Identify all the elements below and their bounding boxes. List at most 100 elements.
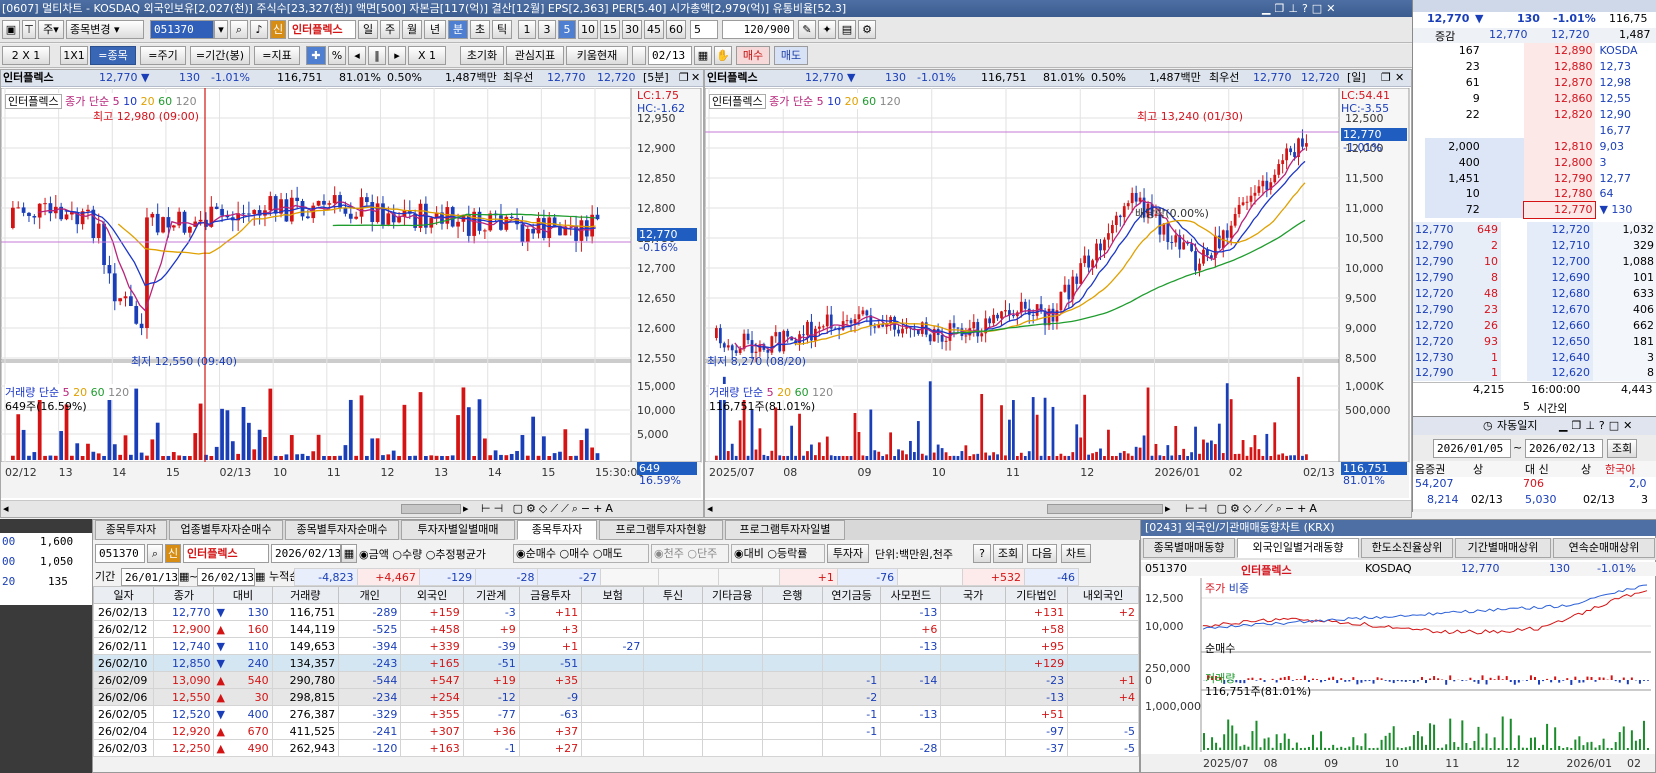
reset-button[interactable]: 초기화 [460, 46, 504, 65]
fp-tab-continuous[interactable]: 연속순매매상위 [1553, 538, 1655, 558]
pin-down-icon[interactable]: ⊤ [22, 20, 36, 39]
chart-left-scrollbar[interactable]: ◂ ▸ ⊢⊣ ▢⚙◇⟋⟋⌕−+A [1, 500, 703, 517]
radio-sell[interactable]: ○매도 [593, 547, 623, 560]
buy-button[interactable]: 매수 [736, 46, 770, 65]
table-row[interactable]: 26/02/03 12,250 ▲ 490 262,943 -120 +163 -1 +27 -2… [92, 739, 1139, 757]
calendar-icon[interactable]: ▦ [694, 46, 712, 65]
stock-type-select[interactable]: 주▾ [38, 20, 64, 39]
tools-icon[interactable]: ✎ [798, 20, 816, 39]
column-header[interactable]: 종가 [153, 586, 215, 604]
column-header[interactable]: 개인 [338, 586, 402, 604]
sync-range-button[interactable]: =기간(봉) [190, 46, 250, 65]
table-row[interactable]: 26/02/04 12,920 ▲ 670 411,525 -241 +307 +36 +37 -… [92, 722, 1139, 740]
next-icon[interactable]: ▸ [388, 46, 406, 65]
ask-price[interactable]: 12,890 [1523, 43, 1596, 59]
column-header[interactable]: 기관계 [462, 586, 520, 604]
table-row[interactable]: 26/02/05 12,520 ▼ 400 276,387 -329 +355 -77 -63 -… [92, 705, 1139, 723]
column-header[interactable]: 투신 [643, 586, 703, 604]
restore-icon[interactable]: ❐ [1274, 2, 1288, 15]
code-dropdown-icon[interactable]: ▾ [214, 20, 228, 39]
magic-icon[interactable]: ✦ [818, 20, 836, 39]
table-row[interactable]: 26/02/12 12,900 ▲ 160 144,119 -525 +458 +9 +3 +6 +… [92, 620, 1139, 638]
column-header[interactable]: 외국인 [400, 586, 464, 604]
column-header[interactable]: 거래량 [271, 586, 340, 604]
period-tick[interactable]: 틱 [492, 20, 512, 39]
interval-30[interactable]: 30 [622, 20, 642, 39]
bid-price[interactable]: 12,720 [1527, 222, 1593, 238]
interval-input[interactable]: 5 [690, 20, 718, 39]
radio-vs[interactable]: ◉대비 [734, 547, 764, 560]
inv-next-button[interactable]: 다음 [1027, 544, 1057, 563]
bid-row[interactable]: 12,790 10 12,700 1,088 [1413, 253, 1656, 270]
column-header[interactable]: 금융투자 [518, 586, 583, 604]
watch-indicator-button[interactable]: 관심지표 [506, 46, 564, 65]
tab-stock-net[interactable]: 종목별투자자순매수 [285, 520, 399, 540]
pause-icon[interactable]: ‖ [368, 46, 386, 65]
interval-10[interactable]: 10 [578, 20, 598, 39]
period-day[interactable]: 일 [358, 20, 378, 39]
inv-code-input[interactable]: 051370 [95, 544, 145, 563]
bid-row[interactable]: 12,790 23 12,670 406 [1413, 301, 1656, 318]
date-checkbox[interactable] [632, 46, 646, 65]
tab-sector-net[interactable]: 업종별투자자순매수 [169, 520, 283, 540]
table-row[interactable]: 26/02/09 13,090 ▲ 540 290,780 -544 +547 +19 +35 -… [92, 671, 1139, 689]
percent-icon[interactable]: % [328, 46, 346, 65]
radio-amount[interactable]: ◉금액 [359, 548, 389, 561]
pin-icon[interactable]: ⊥ [1288, 2, 1302, 15]
inv-search-icon[interactable]: ⌕ [147, 544, 163, 563]
ask-price[interactable] [1523, 122, 1596, 139]
radio-1k[interactable]: ◉천주 [654, 547, 684, 560]
fp-tab-limit[interactable]: 한도소진율상위 [1361, 538, 1453, 558]
bid-price[interactable]: 12,680 [1527, 285, 1593, 302]
tab-investor-daily[interactable]: 투자자별일별매매 [401, 520, 515, 540]
ask-price[interactable]: 12,780 [1523, 186, 1596, 202]
radio-buy[interactable]: ○매수 [559, 547, 589, 560]
inv-calendar-icon[interactable]: ▦ [341, 544, 357, 563]
ask-row[interactable]: 400 12,800 3 [1413, 154, 1656, 171]
interval-15[interactable]: 15 [600, 20, 620, 39]
table-row[interactable]: 26/02/06 12,550 ▲ 30 298,815 -234 +254 -12 -9 -2 -… [92, 688, 1139, 706]
column-header[interactable]: 일자 [92, 586, 155, 604]
bid-row[interactable]: 12,730 1 12,640 3 [1413, 349, 1656, 366]
scroll-thumb[interactable] [401, 504, 461, 514]
sell-button[interactable]: 매도 [774, 46, 808, 65]
column-header[interactable]: 보험 [581, 586, 645, 604]
chart-right-restore-icon[interactable]: ❐ [1381, 70, 1391, 86]
ask-row[interactable]: 72 12,770 ▼ 130 [1413, 200, 1656, 219]
sync-indicator-button[interactable]: =지표 [254, 46, 300, 65]
prev-icon[interactable]: ◂ [348, 46, 366, 65]
ask-row[interactable]: 16,77 [1413, 122, 1656, 139]
bid-price[interactable]: 12,640 [1527, 349, 1593, 366]
inv-query-button[interactable]: 조회 [993, 544, 1023, 563]
table-row[interactable]: 26/02/11 12,740 ▼ 110 149,653 -394 +339 -39 +1 -2… [92, 637, 1139, 655]
sync-stock-button[interactable]: =종목 [90, 46, 136, 65]
period-year[interactable]: 년 [424, 20, 446, 39]
interval-1[interactable]: 1 [518, 20, 536, 39]
count-input[interactable]: 120/900 [722, 20, 794, 39]
column-header[interactable]: 내외국인 [1067, 586, 1139, 604]
ask-row[interactable]: 9 12,860 12,55 [1413, 90, 1656, 107]
bid-row[interactable]: 12,720 93 12,650 181 [1413, 333, 1656, 350]
ask-price[interactable]: 12,870 [1523, 74, 1596, 91]
bid-row[interactable]: 12,790 8 12,690 101 [1413, 269, 1656, 286]
table-row[interactable]: 26/02/13 12,770 ▼ 130 116,751 -289 +159 -3 +11 -1… [92, 603, 1139, 621]
inv-help-button[interactable]: ? [973, 544, 991, 563]
interval-45[interactable]: 45 [644, 20, 664, 39]
stock-change-select[interactable]: 종목변경 ▾ [66, 20, 144, 39]
ask-price[interactable]: 12,880 [1523, 58, 1596, 75]
date-input[interactable]: 02/13 [648, 46, 692, 65]
gear-icon[interactable]: ⚙ [858, 20, 876, 39]
ask-row[interactable]: 61 12,870 12,98 [1413, 74, 1656, 91]
investor-button[interactable]: 투자자 [827, 544, 869, 563]
chart-left-canvas[interactable]: 12,95012,90012,85012,80012,75012,70012,6… [1, 88, 703, 498]
crosshair-icon[interactable]: ✚ [306, 46, 326, 65]
aj-window-icons[interactable]: ▁❐⊥?□✕ [1559, 417, 1636, 435]
fp-tab-stock-trend[interactable]: 종목별매매동향 [1143, 538, 1235, 558]
layout-icon[interactable]: ▣ [2, 20, 20, 39]
ask-row[interactable]: 10 12,780 64 [1413, 186, 1656, 202]
ask-price[interactable]: 12,790 [1523, 170, 1596, 187]
chart-right-tools[interactable]: ⊢⊣ ▢⚙◇⟋⟋⌕−+A [1185, 502, 1320, 516]
bid-price[interactable]: 12,620 [1527, 365, 1593, 381]
kiwoom-current-select[interactable]: 키움현재 [566, 46, 628, 65]
stock-code-input[interactable]: 051370 [150, 20, 214, 39]
